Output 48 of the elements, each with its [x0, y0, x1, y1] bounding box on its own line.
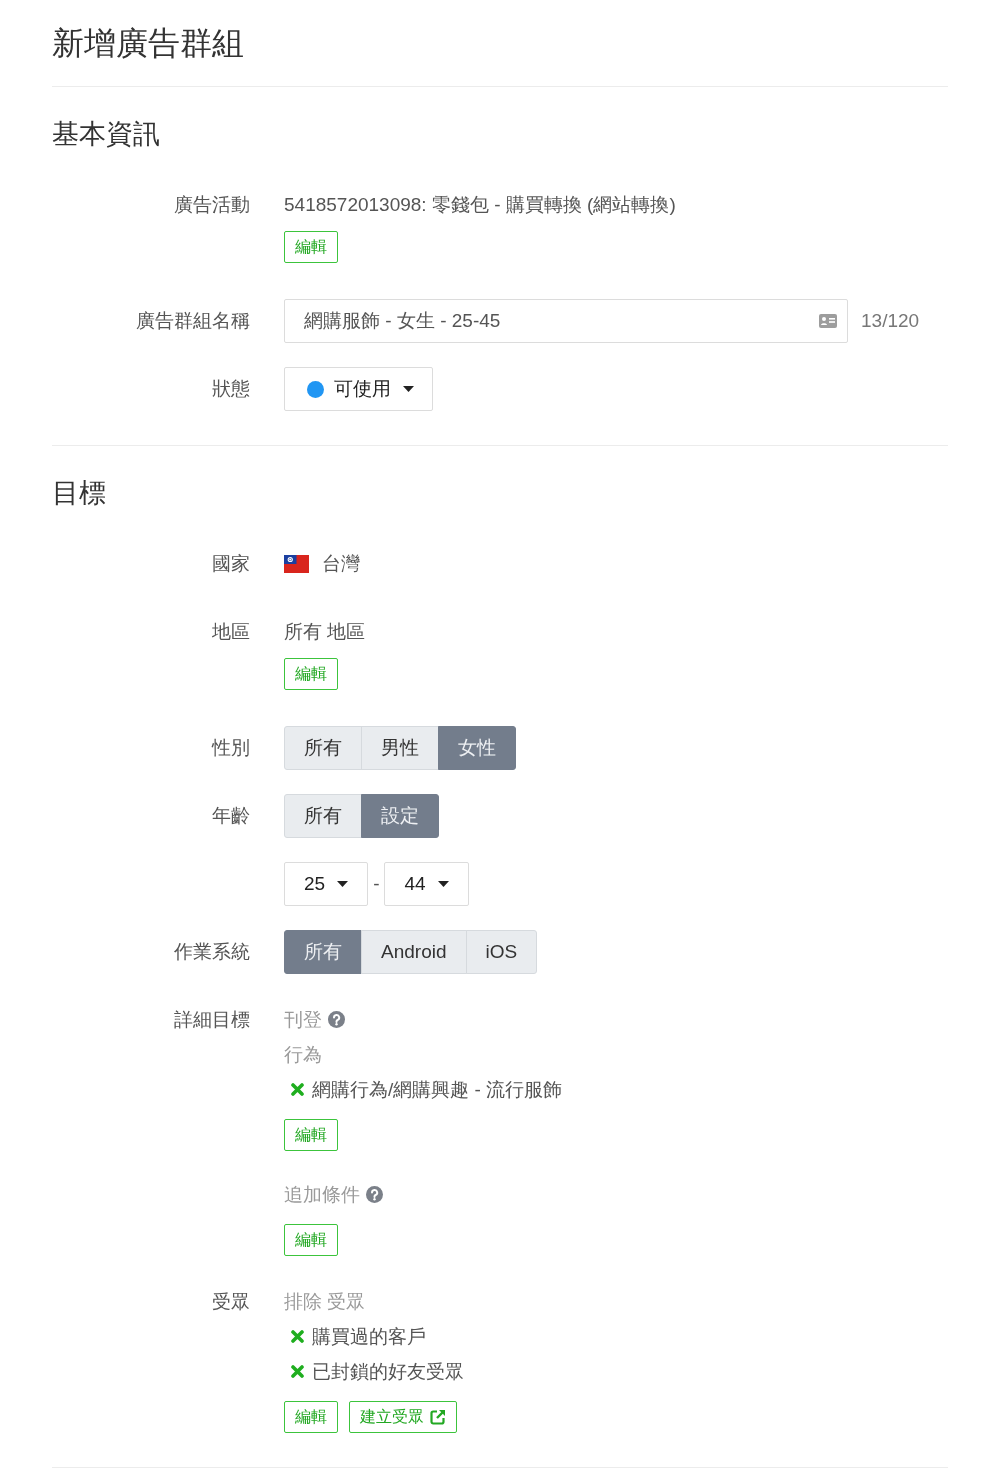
value-text: 5418572013098: 零錢包 - 購買轉換 (網站轉換) [284, 193, 676, 217]
status-dropdown[interactable]: 可使用 [284, 367, 433, 411]
age-select[interactable]: 44 [384, 862, 469, 906]
caret-icon [403, 386, 414, 392]
segment-button[interactable]: Android [361, 930, 467, 974]
page-title: 新增廣告群組 [52, 21, 948, 87]
field-label: 作業系統 [173, 940, 250, 964]
cross-icon [291, 1365, 304, 1378]
cross-icon [291, 1330, 304, 1343]
field-label: 受眾 [211, 1290, 250, 1314]
target-item: 購買過的客戶 [312, 1325, 426, 1349]
group-subtitle: 行為 [284, 1043, 322, 1067]
segment-button[interactable]: 所有 [284, 930, 362, 974]
field-label: 年齡 [211, 804, 250, 828]
field-label: 性別 [210, 736, 250, 760]
section-heading: 目標 [52, 477, 107, 510]
name-input[interactable]: 網購服飾 - 女生 - 25-45 [284, 299, 848, 343]
field-label: 廣告群組名稱 [135, 309, 250, 333]
field-label: 狀態 [211, 377, 250, 401]
field-label: 廣告活動 [173, 193, 250, 217]
field-label: 詳細目標 [173, 1008, 250, 1032]
field-label: 地區 [211, 620, 250, 644]
country-name: 台灣 [322, 552, 360, 576]
segment-button[interactable]: 所有 [284, 726, 362, 770]
caret-icon [437, 881, 449, 887]
id-card-icon [819, 314, 837, 328]
target-item: 網購行為/網購興趣 - 流行服飾 [312, 1078, 563, 1102]
help-icon[interactable] [366, 1186, 383, 1203]
field-label: 國家 [211, 552, 250, 576]
group-title: 追加條件 [284, 1183, 360, 1207]
age-select[interactable]: 25 [284, 862, 369, 906]
external-link-icon [430, 1409, 446, 1425]
segment-button[interactable]: 男性 [361, 726, 439, 770]
group-title: 排除 受眾 [284, 1290, 366, 1314]
section-heading: 基本資訊 [52, 118, 161, 151]
segment-button[interactable]: iOS [465, 930, 538, 974]
cross-icon [291, 1083, 304, 1096]
char-counter: 13/120 [861, 309, 920, 333]
help-icon[interactable] [328, 1011, 345, 1028]
segment-button[interactable]: 設定 [361, 794, 439, 838]
group-title: 刊登 [284, 1008, 322, 1032]
caret-icon [337, 881, 349, 887]
value-text: 所有 地區 [284, 620, 366, 644]
segment-button[interactable]: 所有 [284, 794, 362, 838]
target-item: 已封鎖的好友受眾 [312, 1360, 464, 1384]
segment-button[interactable]: 女性 [438, 726, 516, 770]
flag-icon [284, 555, 309, 573]
range-separator: - [373, 872, 380, 896]
